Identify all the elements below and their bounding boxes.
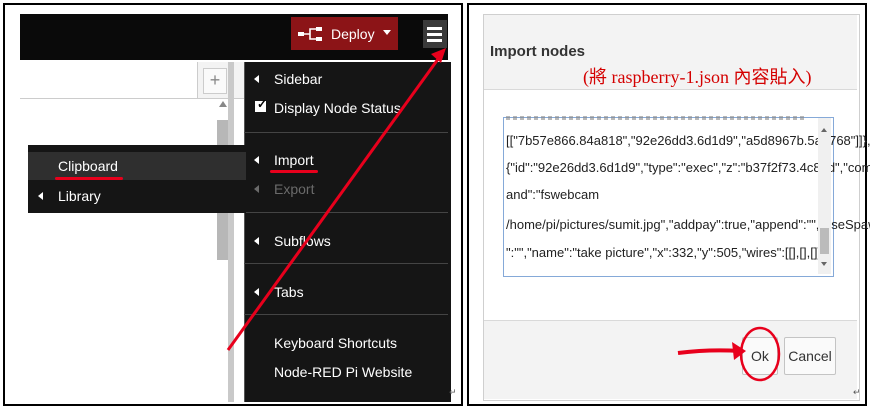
paragraph-mark: ↵: [449, 387, 457, 397]
annotation-arrow-icon: [677, 326, 781, 382]
annotation-arrow-icon: [226, 48, 446, 351]
paragraph-mark: ↵: [853, 387, 861, 397]
